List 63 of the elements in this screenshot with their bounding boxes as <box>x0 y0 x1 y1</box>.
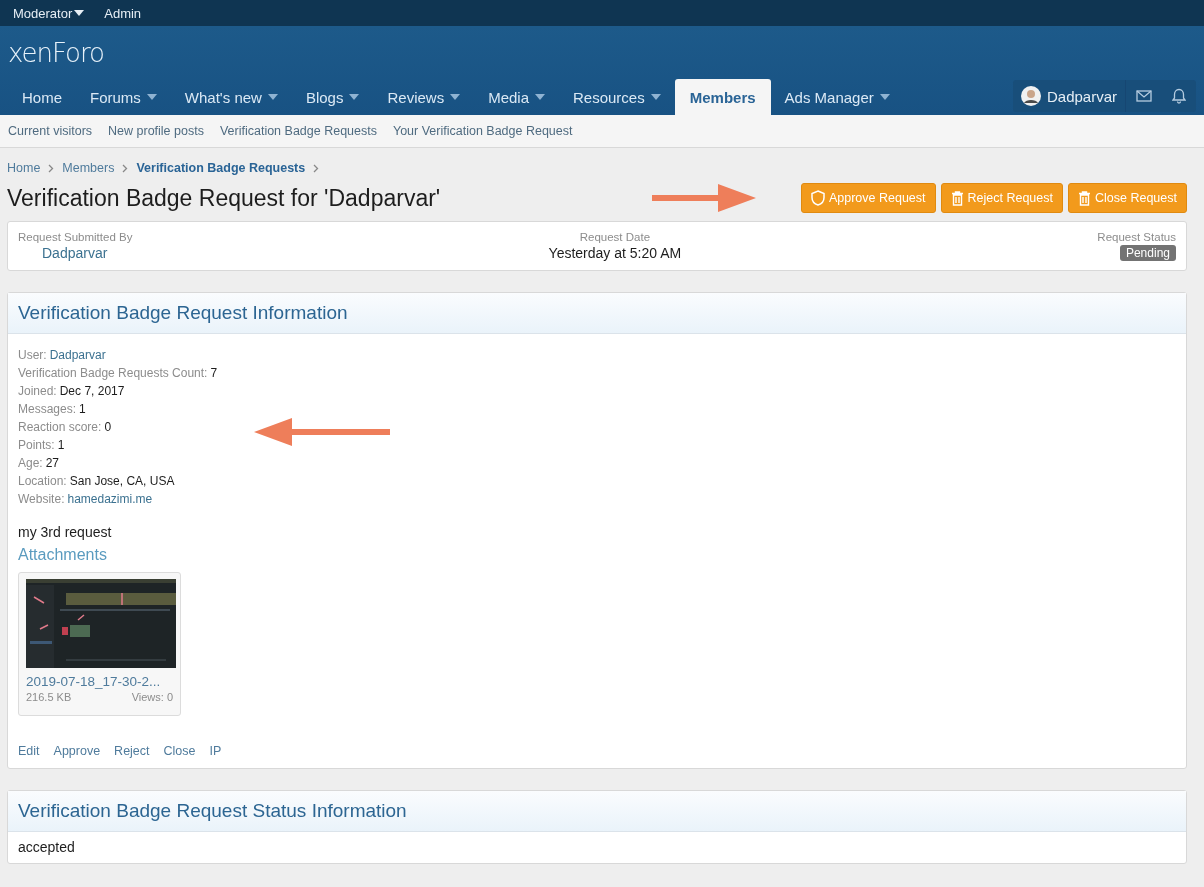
field-label: Request Date <box>579 231 651 243</box>
nav-tab[interactable]: Home <box>8 79 76 115</box>
sub-nav-link[interactable]: Current visitors <box>8 124 93 138</box>
chevron-icon <box>122 163 129 173</box>
nav-tab[interactable]: Members <box>674 79 771 115</box>
file-name-link[interactable]: 2019-07-18_17-30-2... <box>26 674 173 689</box>
arrow-icon <box>252 416 392 448</box>
user-link[interactable]: Dadparvar <box>1012 80 1126 112</box>
attachments-heading: Attachments <box>18 546 108 564</box>
nav-tab[interactable]: Resources <box>559 79 675 115</box>
date-text: Yesterday at 5:20 AM <box>548 245 682 261</box>
field-label: Request Submitted By <box>18 231 133 243</box>
info-row-text: Location: San Jose, CA, USA <box>18 473 175 490</box>
sub-nav-link[interactable]: Verification Badge Requests <box>219 124 377 138</box>
action-link[interactable]: Edit <box>18 744 40 758</box>
action-link[interactable]: Close <box>163 744 196 758</box>
sub-nav-link[interactable]: Your Verification Badge Request <box>392 124 573 138</box>
nav-tab[interactable]: Media <box>474 79 559 115</box>
arrow-icon <box>650 182 758 214</box>
nav-tab[interactable]: Forums <box>76 79 171 115</box>
status-text: accepted <box>18 839 76 855</box>
breadcrumb-link[interactable]: Members <box>62 161 115 175</box>
info-row-text: Website: hamedazimi.me <box>18 491 153 508</box>
file-size: 216.5 KB <box>26 691 72 703</box>
info-row-text: Age: 27 <box>18 455 60 472</box>
username-link[interactable]: Dadparvar <box>18 245 108 261</box>
view-count: Views: 0 <box>131 691 173 703</box>
sub-nav-link[interactable]: New profile posts <box>108 124 204 138</box>
action-link[interactable]: Reject <box>114 744 150 758</box>
info-row-text: Points: 1 <box>18 437 65 454</box>
block-title: Verification Badge Request Information <box>8 293 1186 334</box>
block-title: Verification Badge Request Status Information <box>8 791 1186 832</box>
trash-icon <box>950 190 964 206</box>
bell-icon <box>1172 88 1186 104</box>
avatar-icon <box>1020 86 1041 106</box>
info-row-text: User: Dadparvar <box>18 347 106 364</box>
chevron-icon <box>48 163 55 173</box>
status-badge: Pending <box>1119 245 1176 261</box>
chevron-icon <box>313 163 320 173</box>
staff-link[interactable]: Moderator <box>13 5 85 21</box>
page-title: Verification Badge Request for 'Dadparvar' <box>7 184 441 212</box>
info-row-text: Joined: Dec 7, 2017 <box>18 383 125 400</box>
envelope-icon <box>1136 90 1152 102</box>
action-link[interactable]: Approve <box>53 744 101 758</box>
info-link[interactable]: Dadparvar <box>49 348 106 362</box>
info-row-text: Reaction score: 0 <box>18 419 112 436</box>
info-row-text: Messages: 1 <box>18 401 86 418</box>
nav-tab[interactable]: Blogs <box>291 79 374 115</box>
field-label: Request Status <box>1097 231 1176 243</box>
info-row-text: Verification Badge Requests Count: 7 <box>18 365 218 382</box>
action-link[interactable]: IP <box>209 744 222 758</box>
breadcrumb-link[interactable]: Verification Badge Requests <box>136 161 306 175</box>
nav-tab[interactable]: Reviews <box>373 79 475 115</box>
nav-tab[interactable]: Ads Manager <box>770 79 904 115</box>
info-link[interactable]: hamedazimi.me <box>67 492 153 506</box>
breadcrumb-link[interactable]: Home <box>7 161 41 175</box>
request-message: my 3rd request <box>18 524 113 540</box>
nav-tab[interactable]: What's new <box>170 79 292 115</box>
shield-icon <box>810 190 825 206</box>
trash-icon <box>1078 190 1091 206</box>
attachment-card[interactable]: 2019-07-18_17-30-2... 216.5 KB Views: 0 <box>18 572 181 716</box>
logo[interactable]: xenForo <box>8 37 105 68</box>
staff-link[interactable]: Admin <box>104 5 142 21</box>
